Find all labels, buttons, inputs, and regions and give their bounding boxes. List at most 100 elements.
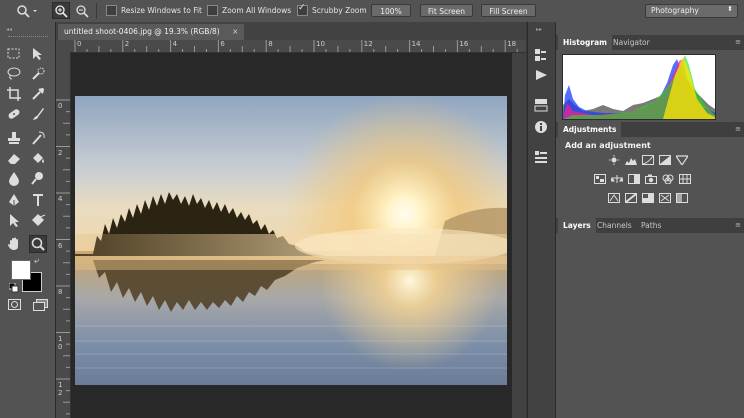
- lake-sunrise-photo: [75, 96, 507, 385]
- toolbox-grip[interactable]: [8, 36, 48, 39]
- options-bar: Resize Windows to Fit Zoom All Windows S…: [0, 0, 744, 23]
- document-tab-title: untitled shoot-0406.jpg @ 19.3% (RGB/8): [64, 27, 220, 36]
- resize-windows-option[interactable]: Resize Windows to Fit: [106, 5, 202, 16]
- zoom-in-icon[interactable]: [52, 2, 70, 19]
- workspace-select-value: Photography: [651, 6, 699, 15]
- zoom-100-button[interactable]: 100%: [371, 4, 411, 17]
- scrubby-zoom-option[interactable]: Scrubby Zoom: [297, 3, 367, 16]
- color-balance-icon[interactable]: [610, 174, 624, 186]
- layers-panel-body[interactable]: [556, 233, 744, 418]
- panel-dock-strip: ▸▸: [527, 22, 556, 418]
- curves-icon[interactable]: [642, 155, 654, 167]
- properties-panel-icon[interactable]: [534, 150, 548, 166]
- paint-bucket-icon[interactable]: [30, 150, 46, 166]
- zoom-all-windows-option[interactable]: Zoom All Windows: [207, 5, 291, 16]
- hand-icon[interactable]: [6, 236, 22, 252]
- eraser-icon[interactable]: [6, 150, 22, 166]
- tab-navigator[interactable]: Navigator: [608, 35, 655, 50]
- tab-channels[interactable]: Channels: [592, 218, 637, 233]
- black-white-icon[interactable]: [628, 174, 640, 186]
- adjustments-heading: Add an adjustment: [565, 141, 651, 150]
- ruler-origin[interactable]: [56, 40, 70, 52]
- ruler-label: 12: [363, 40, 373, 48]
- color-lookup-icon[interactable]: [679, 174, 691, 186]
- type-icon[interactable]: [30, 192, 46, 208]
- ruler-label: 0: [77, 40, 82, 48]
- crop-icon[interactable]: [6, 86, 22, 102]
- vibrance-icon[interactable]: [674, 155, 690, 167]
- quick-select-icon[interactable]: [30, 66, 46, 82]
- close-tab-icon[interactable]: ×: [232, 27, 238, 36]
- fit-screen-button[interactable]: Fit Screen: [420, 4, 473, 17]
- pen-icon[interactable]: [6, 192, 22, 208]
- invert-icon[interactable]: [608, 193, 620, 205]
- info-panel-icon[interactable]: [534, 120, 548, 136]
- move-icon[interactable]: [30, 46, 46, 62]
- layer-comps-icon[interactable]: [534, 98, 548, 114]
- fill-screen-button[interactable]: Fill Screen: [481, 4, 536, 17]
- hue-saturation-icon[interactable]: [594, 174, 606, 186]
- ruler-label: 8: [58, 288, 63, 296]
- toolbox-collapse-icon[interactable]: ◂◂: [6, 26, 12, 33]
- marquee-icon[interactable]: [6, 46, 22, 62]
- document-tab[interactable]: untitled shoot-0406.jpg @ 19.3% (RGB/8) …: [58, 24, 245, 40]
- dock-collapse-icon[interactable]: ▸▸: [536, 26, 542, 33]
- scrubby-zoom-label: Scrubby Zoom: [312, 6, 367, 15]
- actions-panel-icon[interactable]: [535, 69, 549, 83]
- ruler-label: 0: [58, 102, 63, 110]
- swap-colors-icon[interactable]: ⤶: [34, 256, 39, 266]
- zoom-tool-preset-icon[interactable]: [16, 4, 38, 20]
- workspace-chevron-icon: ⬍: [727, 5, 733, 13]
- levels-icon[interactable]: [625, 155, 637, 167]
- tab-paths[interactable]: Paths: [636, 218, 666, 233]
- resize-windows-checkbox[interactable]: [106, 5, 117, 16]
- history-panel-icon[interactable]: [534, 48, 548, 64]
- selective-color-icon[interactable]: [659, 193, 671, 205]
- healing-icon[interactable]: [6, 106, 22, 122]
- quick-mask-icon[interactable]: [8, 299, 22, 313]
- resize-windows-label: Resize Windows to Fit: [121, 6, 202, 15]
- ruler-label: 14: [411, 40, 421, 48]
- shape-icon[interactable]: [30, 212, 46, 228]
- ruler-label: 4: [172, 40, 178, 48]
- gradient-map-icon[interactable]: [676, 193, 688, 205]
- panels-column: Histogram Navigator ≡ Adjustments ≡ Add …: [555, 22, 744, 418]
- eyedropper-icon[interactable]: [30, 86, 46, 102]
- zoom-all-windows-checkbox[interactable]: [207, 5, 218, 16]
- tab-histogram[interactable]: Histogram: [558, 35, 612, 50]
- exposure-icon[interactable]: [659, 155, 671, 167]
- vertical-ruler[interactable]: 024681012: [56, 52, 71, 418]
- path-select-icon[interactable]: [6, 212, 22, 228]
- screen-mode-icon[interactable]: [33, 299, 49, 313]
- tab-layers[interactable]: Layers: [558, 218, 596, 233]
- brush-icon[interactable]: [30, 106, 46, 122]
- adjustments-panel-menu-icon[interactable]: ≡: [735, 125, 741, 133]
- dodge-icon[interactable]: [30, 170, 46, 186]
- default-colors-icon[interactable]: [8, 282, 19, 295]
- foreground-color-swatch[interactable]: [11, 260, 31, 280]
- vertical-scrollbar[interactable]: [512, 53, 526, 418]
- document-image[interactable]: [75, 96, 507, 385]
- threshold-icon[interactable]: [642, 193, 654, 205]
- posterize-icon[interactable]: [625, 193, 637, 205]
- brightness-contrast-icon[interactable]: [608, 155, 620, 167]
- ruler-label: 1: [58, 334, 63, 343]
- photo-filter-icon[interactable]: [645, 174, 657, 186]
- channel-mixer-icon[interactable]: [662, 174, 674, 186]
- lasso-icon[interactable]: [6, 66, 22, 82]
- ruler-label: 6: [220, 40, 225, 48]
- blur-icon[interactable]: [6, 170, 22, 186]
- histogram-panel-menu-icon[interactable]: ≡: [735, 38, 741, 46]
- clone-stamp-icon[interactable]: [6, 130, 22, 146]
- ruler-label: 2: [124, 40, 130, 48]
- scrubby-zoom-checkbox[interactable]: [297, 3, 308, 16]
- toolbox: ◂◂ ⤶: [0, 22, 56, 418]
- workspace-select[interactable]: Photography ⬍: [645, 4, 738, 18]
- ruler-label: 1: [58, 381, 63, 389]
- horizontal-ruler[interactable]: 0 2 4 6 8 10 12 14 16 18: [70, 40, 526, 53]
- history-brush-icon[interactable]: [30, 130, 46, 146]
- layers-panel-menu-icon[interactable]: ≡: [735, 221, 741, 229]
- zoom-icon[interactable]: [29, 235, 47, 253]
- tab-adjustments[interactable]: Adjustments: [558, 122, 622, 137]
- zoom-out-icon[interactable]: [74, 3, 90, 20]
